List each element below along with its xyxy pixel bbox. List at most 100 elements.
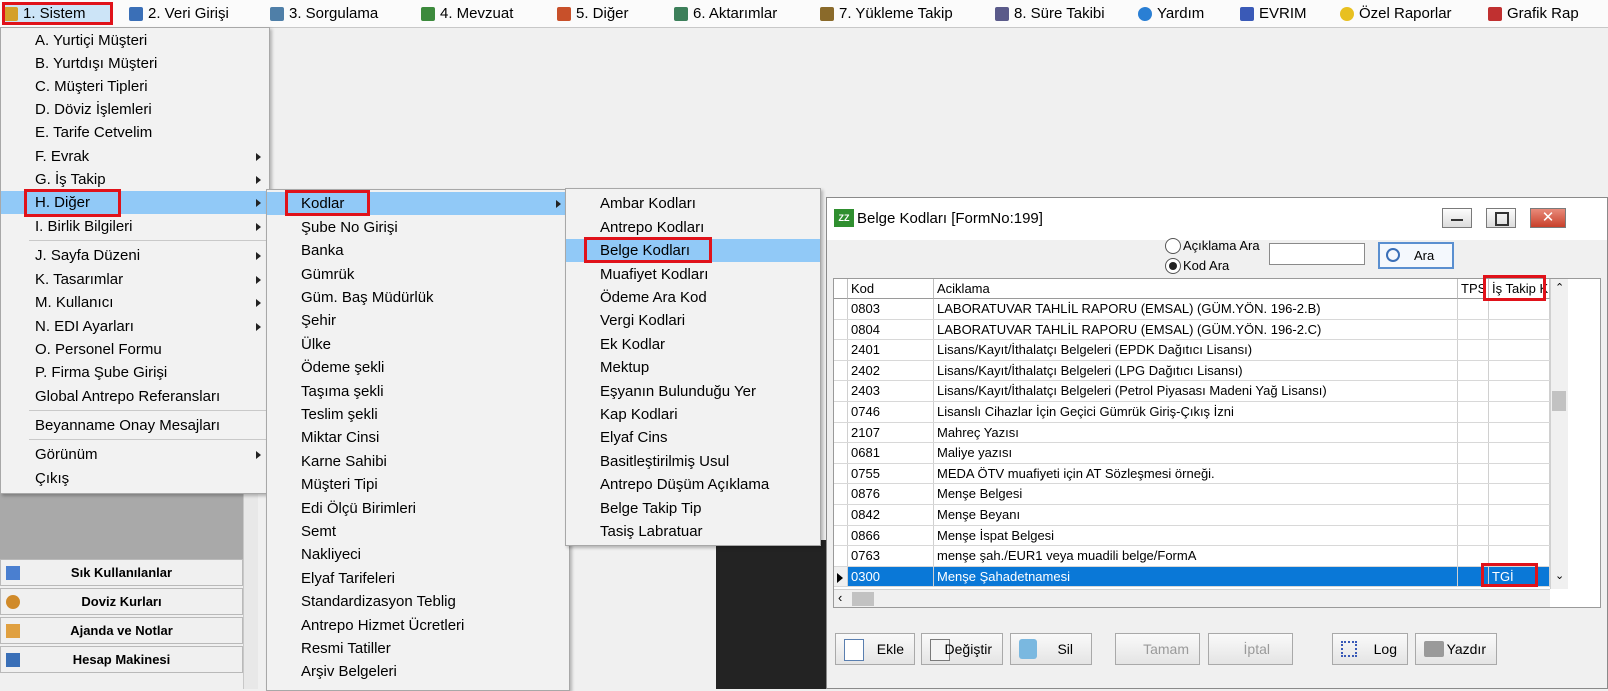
cell-aciklama[interactable]: Maliye yazısı — [934, 443, 1458, 463]
menu-evrim[interactable]: EVRIM — [1240, 2, 1307, 25]
menu-item-sube-no[interactable]: Şube No Girişi — [267, 216, 569, 239]
menu-item-tasarimlar[interactable]: K. Tasarımlar — [1, 268, 269, 291]
cell-kod[interactable]: 0755 — [848, 463, 934, 484]
cell-tps[interactable] — [1458, 381, 1489, 401]
menu-item-miktar-cinsi[interactable]: Miktar Cinsi — [267, 426, 569, 449]
grid-vertical-scrollbar[interactable]: ⌃ ⌄ — [1550, 279, 1568, 589]
row-indicator[interactable] — [834, 566, 848, 587]
window-titlebar[interactable]: ZZ Belge Kodları [FormNo:199] ✕ — [827, 198, 1607, 240]
cell-aciklama[interactable]: LABORATUVAR TAHLİL RAPORU (EMSAL) (GÜM.Y… — [934, 319, 1458, 340]
table-row[interactable]: 0804 LABORATUVAR TAHLİL RAPORU (EMSAL) (G… — [834, 319, 1550, 341]
cell-kod[interactable]: 2401 — [848, 340, 934, 360]
ekle-button[interactable]: Ekle — [835, 633, 915, 665]
quick-ajanda[interactable]: Ajanda ve Notlar — [0, 617, 243, 644]
row-indicator[interactable] — [834, 525, 848, 546]
table-row[interactable]: 0842 Menşe Beyanı — [834, 505, 1550, 526]
table-row[interactable]: 0866 Menşe İspat Belgesi — [834, 525, 1550, 547]
iptal-button[interactable]: İptal — [1208, 633, 1293, 665]
scroll-down-icon[interactable]: ⌄ — [1555, 569, 1564, 582]
cell-tps[interactable] — [1458, 319, 1489, 340]
log-button[interactable]: Log — [1332, 633, 1408, 665]
menu-ozel-raporlar[interactable]: Özel Raporlar — [1340, 2, 1452, 25]
menu-diger[interactable]: 5. Diğer — [557, 2, 629, 25]
menu-item-odeme-sekli[interactable]: Ödeme şekli — [267, 356, 569, 379]
cell-aciklama[interactable]: Lisans/Kayıt/İthalatçı Belgeleri (LPG Da… — [934, 360, 1458, 381]
cell-kod[interactable]: 0803 — [848, 299, 934, 319]
menu-item-edi-olcu[interactable]: Edi Ölçü Birimleri — [267, 497, 569, 520]
cell-kod[interactable]: 2403 — [848, 381, 934, 401]
cell-tps[interactable] — [1458, 360, 1489, 381]
cell-takip[interactable] — [1489, 525, 1550, 546]
menu-item-musteri-tipi[interactable]: Müşteri Tipi — [267, 473, 569, 496]
scroll-up-icon[interactable]: ⌃ — [1555, 281, 1564, 294]
menu-item-edi-ayarlari[interactable]: N. EDI Ayarları — [1, 315, 269, 338]
menu-item-sehir[interactable]: Şehir — [267, 309, 569, 332]
column-header-kod[interactable]: Kod — [848, 279, 934, 299]
menu-item-teslim-sekli[interactable]: Teslim şekli — [267, 403, 569, 426]
cell-tps[interactable] — [1458, 299, 1489, 319]
cell-kod[interactable]: 2402 — [848, 360, 934, 381]
table-row[interactable]: 2107 Mahreç Yazısı — [834, 422, 1550, 444]
menu-aktarimlar[interactable]: 6. Aktarımlar — [674, 2, 777, 25]
cell-tps[interactable] — [1458, 402, 1489, 422]
cell-kod[interactable]: 0763 — [848, 546, 934, 566]
minimize-button[interactable] — [1442, 208, 1472, 228]
cell-tps[interactable] — [1458, 422, 1489, 443]
menu-item-tasis-labratuar[interactable]: Tasiş Labratuar — [566, 520, 820, 543]
table-row[interactable]: 0763 menşe şah./EUR1 veya muadili belge/F… — [834, 546, 1550, 567]
menu-item-karne-sahibi[interactable]: Karne Sahibi — [267, 450, 569, 473]
cell-kod[interactable]: 0866 — [848, 525, 934, 546]
cell-kod[interactable]: 0842 — [848, 505, 934, 525]
menu-item-antrepo-kodlari[interactable]: Antrepo Kodları — [566, 216, 820, 239]
menu-item-mektup[interactable]: Mektup — [566, 356, 820, 379]
menu-item-personel-formu[interactable]: O. Personel Formu — [1, 338, 269, 361]
radio-aciklama-ara[interactable] — [1165, 238, 1181, 254]
row-indicator[interactable] — [834, 484, 848, 504]
search-input[interactable] — [1269, 243, 1365, 265]
menu-item-ambar-kodlari[interactable]: Ambar Kodları — [566, 192, 820, 215]
close-button[interactable]: ✕ — [1530, 208, 1566, 228]
menu-item-muafiyet-kodlari[interactable]: Muafiyet Kodları — [566, 263, 820, 286]
scroll-left-icon[interactable]: ‹ — [838, 590, 842, 605]
table-row[interactable]: 2402 Lisans/Kayıt/İthalatçı Belgeleri (LP… — [834, 360, 1550, 382]
row-indicator[interactable] — [834, 505, 848, 525]
quick-panel-scrollbar[interactable] — [243, 490, 258, 689]
row-indicator[interactable] — [834, 463, 848, 484]
menu-item-odeme-ara-kod[interactable]: Ödeme Ara Kod — [566, 286, 820, 309]
row-indicator[interactable] — [834, 299, 848, 319]
cell-takip[interactable] — [1489, 319, 1550, 340]
menu-item-gumruk[interactable]: Gümrük — [267, 263, 569, 286]
column-header-aciklama[interactable]: Aciklama — [934, 279, 1458, 299]
menu-item-beyanname-onay[interactable]: Beyanname Onay Mesajları — [1, 414, 269, 437]
table-row[interactable]: 0876 Menşe Belgesi — [834, 484, 1550, 505]
degistir-button[interactable]: Değiştir — [921, 633, 1003, 665]
row-indicator[interactable] — [834, 443, 848, 463]
row-indicator[interactable] — [834, 546, 848, 566]
cell-kod[interactable]: 0746 — [848, 402, 934, 422]
cell-aciklama[interactable]: Mahreç Yazısı — [934, 422, 1458, 443]
table-row[interactable]: 0681 Maliye yazısı — [834, 443, 1550, 464]
cell-kod[interactable]: 0681 — [848, 443, 934, 463]
menu-item-vergi-kodlari[interactable]: Vergi Kodlari — [566, 309, 820, 332]
menu-item-esyanin-bulundugu-yer[interactable]: Eşyanın Bulunduğu Yer — [566, 380, 820, 403]
row-indicator[interactable] — [834, 422, 848, 443]
menu-item-global-antrepo[interactable]: Global Antrepo Referansları — [1, 385, 269, 408]
menu-item-antrepo-hizmet[interactable]: Antrepo Hizmet Ücretleri — [267, 614, 569, 637]
cell-kod[interactable]: 0804 — [848, 319, 934, 340]
quick-hesap-makinesi[interactable]: Hesap Makinesi — [0, 646, 243, 673]
menu-item-ulke[interactable]: Ülke — [267, 333, 569, 356]
menu-item-semt[interactable]: Semt — [267, 520, 569, 543]
menu-item-gorunum[interactable]: Görünüm — [1, 443, 269, 466]
table-row[interactable]: 2401 Lisans/Kayıt/İthalatçı Belgeleri (EP… — [834, 340, 1550, 361]
cell-takip[interactable] — [1489, 299, 1550, 319]
cell-aciklama[interactable]: LABORATUVAR TAHLİL RAPORU (EMSAL) (GÜM.Y… — [934, 299, 1458, 319]
yazdir-button[interactable]: Yazdır — [1415, 633, 1497, 665]
menu-item-ek-kodlar[interactable]: Ek Kodlar — [566, 333, 820, 356]
menu-yardim[interactable]: Yardım — [1138, 2, 1204, 25]
menu-veri-girisi[interactable]: 2. Veri Girişi — [129, 2, 229, 25]
cell-tps[interactable] — [1458, 463, 1489, 484]
tamam-button[interactable]: Tamam — [1115, 633, 1200, 665]
menu-item-firma-sube[interactable]: P. Firma Şube Girişi — [1, 361, 269, 384]
grid-horizontal-scrollbar[interactable]: ‹ — [834, 589, 1550, 607]
quick-doviz-kurlari[interactable]: Doviz Kurları — [0, 588, 243, 615]
